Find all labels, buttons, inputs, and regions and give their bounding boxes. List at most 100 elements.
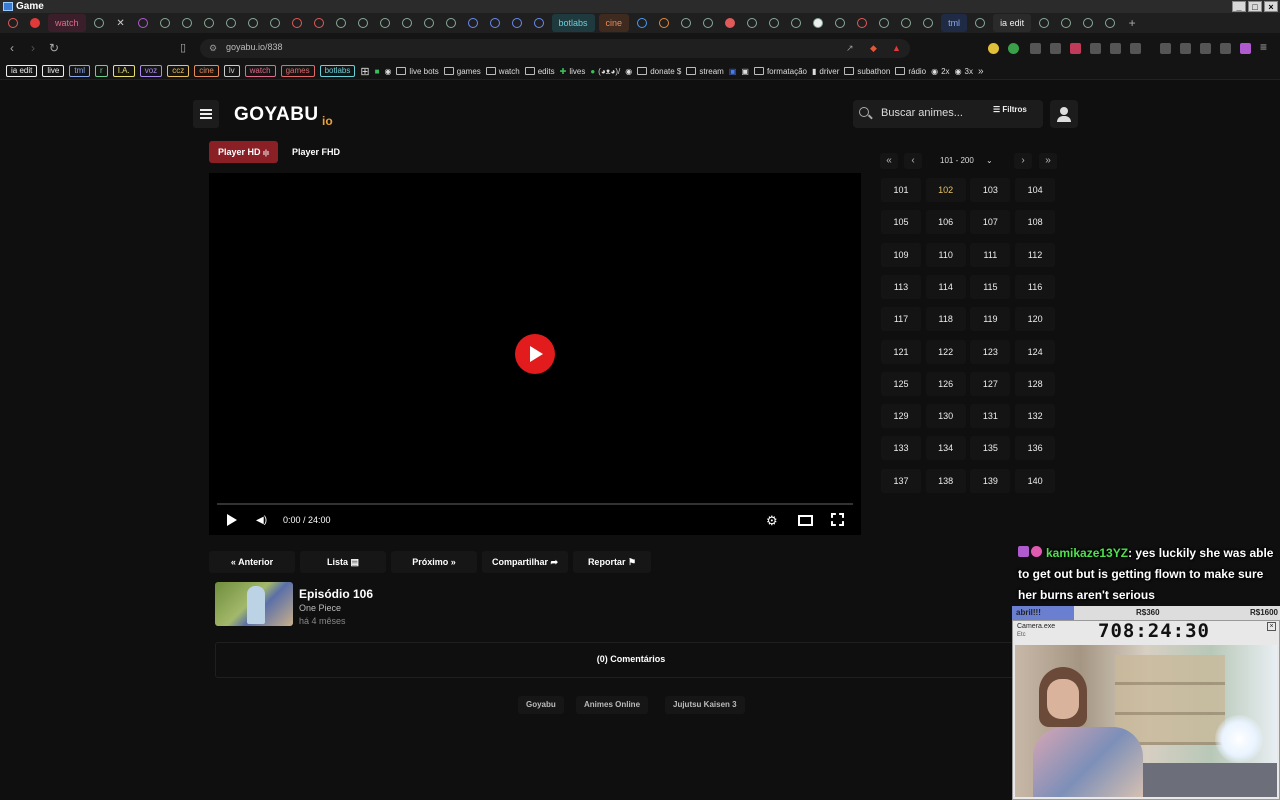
tab-favicon-icon[interactable] xyxy=(134,14,152,32)
anime-title-link[interactable]: One Piece xyxy=(299,603,341,613)
tab-favicon-icon[interactable] xyxy=(4,14,22,32)
tab-favicon-icon[interactable] xyxy=(464,14,482,32)
bookmark-link[interactable]: ✚ lives xyxy=(560,67,586,76)
theater-mode-icon[interactable] xyxy=(798,515,813,526)
volume-icon[interactable]: ◀) xyxy=(256,515,267,526)
tab-favicon-icon[interactable] xyxy=(971,14,989,32)
tab-favicon-icon[interactable] xyxy=(486,14,504,32)
url-text[interactable]: goyabu.io/838 xyxy=(226,42,283,52)
tab-favicon-icon[interactable] xyxy=(530,14,548,32)
reload-icon[interactable]: ↻ xyxy=(49,41,59,55)
episode-thumbnail[interactable] xyxy=(215,582,293,626)
tab-favicon-icon[interactable] xyxy=(200,14,218,32)
episode-number-button[interactable]: 125 xyxy=(881,371,921,396)
episode-number-button[interactable]: 132 xyxy=(1015,404,1056,429)
tab-favicon-icon[interactable] xyxy=(354,14,372,32)
bookmark-group-chip[interactable]: games xyxy=(280,65,315,77)
extension-icon[interactable] xyxy=(1030,43,1041,54)
bookmark-icon[interactable]: ▣ xyxy=(729,67,737,76)
extension-icon[interactable] xyxy=(1220,43,1231,54)
menu-icon[interactable]: ≡ xyxy=(1260,40,1267,54)
tab-favicon-icon[interactable] xyxy=(508,14,526,32)
bookmark-group-chip[interactable]: watch xyxy=(244,65,276,77)
bookmark-group-chip[interactable]: live xyxy=(42,65,65,77)
episode-number-button[interactable]: 137 xyxy=(881,468,921,493)
close-tab-icon[interactable]: ✕ xyxy=(112,14,130,32)
bookmark-group-chip[interactable]: tml xyxy=(69,65,91,77)
bookmark-group-chip[interactable]: voz xyxy=(139,65,163,77)
extension-icon[interactable] xyxy=(1110,43,1121,54)
episode-number-button[interactable]: 135 xyxy=(970,436,1011,461)
tab-favicon-icon[interactable] xyxy=(677,14,695,32)
extension-icon[interactable] xyxy=(1008,43,1019,54)
comments-section-button[interactable]: (0) Comentários xyxy=(215,642,1047,678)
first-page-icon[interactable]: « xyxy=(880,153,898,169)
tab-favicon-icon[interactable] xyxy=(765,14,783,32)
minimize-button[interactable]: _ xyxy=(1232,1,1246,12)
tab-favicon-icon[interactable] xyxy=(699,14,717,32)
back-icon[interactable]: ‹ xyxy=(10,41,14,55)
tab-favicon-icon[interactable] xyxy=(310,14,328,32)
bookmark-group-chip[interactable]: r xyxy=(95,65,108,77)
bookmark-folder[interactable]: games xyxy=(443,67,481,76)
episode-number-button[interactable]: 112 xyxy=(1015,242,1056,267)
footer-link-goyabu[interactable]: Goyabu xyxy=(518,696,564,714)
episode-number-button[interactable]: 106 xyxy=(925,210,966,235)
episode-number-button[interactable]: 101 xyxy=(881,178,921,202)
tab-favicon-icon[interactable] xyxy=(266,14,284,32)
episode-number-button[interactable]: 117 xyxy=(881,307,921,332)
bookmark-folder[interactable]: edits xyxy=(524,67,555,76)
next-page-icon[interactable]: › xyxy=(1014,153,1032,169)
episode-number-button[interactable]: 118 xyxy=(925,307,966,332)
bookmark-icon[interactable]: ■ xyxy=(375,67,380,76)
progress-bar[interactable] xyxy=(217,503,853,505)
bookmark-group-chip[interactable]: ia edit xyxy=(6,65,38,77)
forward-icon[interactable]: › xyxy=(31,41,35,55)
tab-favicon-icon[interactable] xyxy=(90,14,108,32)
tab-favicon-icon[interactable] xyxy=(332,14,350,32)
tab-favicon-icon[interactable] xyxy=(442,14,460,32)
hamburger-menu-button[interactable] xyxy=(193,100,219,128)
bookmark-group-chip[interactable]: I.A. xyxy=(112,65,135,77)
site-info-icon[interactable]: ⚙ xyxy=(209,43,217,54)
episode-number-button[interactable]: 111 xyxy=(970,242,1011,267)
bookmark-group-chip[interactable]: cine xyxy=(194,65,219,77)
tab-favicon-icon[interactable] xyxy=(875,14,893,32)
tab-group-label[interactable]: cine xyxy=(598,14,630,32)
report-button[interactable]: Reportar ⚑ xyxy=(573,551,651,573)
tab-favicon-icon[interactable] xyxy=(26,14,44,32)
extension-icon[interactable] xyxy=(1070,43,1081,54)
episode-number-button[interactable]: 102 xyxy=(925,178,966,202)
tab-favicon-icon[interactable] xyxy=(853,14,871,32)
episode-number-button[interactable]: 130 xyxy=(925,404,966,429)
last-page-icon[interactable]: » xyxy=(1039,153,1057,169)
tab-favicon-icon[interactable] xyxy=(919,14,937,32)
footer-link-animes-online[interactable]: Animes Online xyxy=(576,696,649,714)
bookmark-folder[interactable]: subathon xyxy=(844,67,890,76)
tab-favicon-icon[interactable] xyxy=(831,14,849,32)
tab-favicon-icon[interactable] xyxy=(420,14,438,32)
extension-icon[interactable] xyxy=(1200,43,1211,54)
tab-favicon-icon[interactable] xyxy=(398,14,416,32)
bookmark-folder[interactable]: stream xyxy=(686,67,724,76)
bookmark-icon[interactable]: ▯ xyxy=(180,41,186,54)
tab-group-label[interactable]: tml xyxy=(941,14,968,32)
bookmark-folder[interactable]: rádio xyxy=(895,67,926,76)
tab-favicon-icon[interactable] xyxy=(288,14,306,32)
sidebar-icon[interactable] xyxy=(1160,43,1171,54)
episode-number-button[interactable]: 124 xyxy=(1015,339,1056,364)
episode-number-button[interactable]: 119 xyxy=(970,307,1011,332)
episode-range-select[interactable]: 101 - 200 ⌄ xyxy=(936,153,1008,169)
apps-grid-icon[interactable]: ⊞ xyxy=(360,65,369,78)
episode-number-button[interactable]: 129 xyxy=(881,404,921,429)
share-button[interactable]: Compartilhar ➦ xyxy=(482,551,568,573)
extension-icon[interactable] xyxy=(1050,43,1061,54)
big-play-icon[interactable] xyxy=(515,334,555,374)
tab-favicon-icon[interactable] xyxy=(1079,14,1097,32)
tab-player-fhd[interactable]: Player FHD xyxy=(283,141,349,163)
profile-icon[interactable] xyxy=(1240,43,1251,54)
episode-number-button[interactable]: 113 xyxy=(881,274,921,299)
bookmark-icon[interactable]: ▣ xyxy=(741,67,749,76)
footer-link-jujutsu-kaisen[interactable]: Jujutsu Kaisen 3 xyxy=(665,696,745,714)
play-icon[interactable] xyxy=(227,514,237,526)
